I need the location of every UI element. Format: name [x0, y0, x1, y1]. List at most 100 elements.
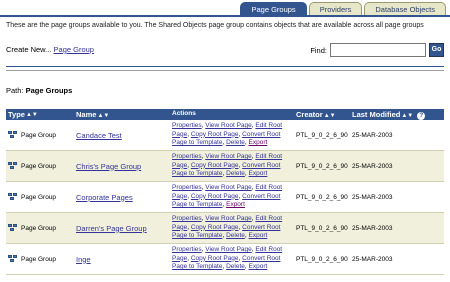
col-name[interactable]: Name▲▼ — [76, 110, 172, 119]
table-row: Page Group Chris's Page Group Properties… — [6, 151, 444, 182]
col-modified[interactable]: Last Modified▲▼? — [352, 110, 444, 120]
tab-database-objects[interactable]: Database Objects — [364, 2, 446, 15]
properties-link[interactable]: Properties — [172, 153, 202, 160]
actions-cell: Properties, View Root Page, Edit Root Pa… — [172, 246, 283, 271]
page-group-icon — [8, 223, 18, 233]
tab-providers[interactable]: Providers — [308, 2, 363, 15]
divider — [6, 66, 444, 67]
name-cell: Corporate Pages — [76, 193, 172, 202]
actions-cell: Properties, View Root Page, Edit Root Pa… — [172, 215, 283, 240]
path-label: Path: — [6, 86, 24, 95]
divider — [6, 70, 444, 71]
type-cell: Page Group — [6, 254, 76, 264]
col-name-label: Name — [76, 110, 97, 119]
table-body: Page Group Candace Test Properties, View… — [6, 120, 444, 275]
find-bar: Find: Go — [310, 43, 444, 57]
copy-root-page-link[interactable]: Copy Root Page — [191, 193, 239, 200]
delete-link[interactable]: Delete — [226, 170, 245, 177]
col-creator[interactable]: Creator▲▼ — [296, 110, 352, 119]
sort-arrows-icon[interactable]: ▲▼ — [324, 113, 336, 119]
sort-arrows-icon[interactable]: ▲▼ — [97, 113, 109, 119]
table-row: Page Group Inge Properties, View Root Pa… — [6, 244, 444, 275]
creator-cell: PTL_9_0_2_6_90 — [296, 162, 348, 170]
export-link[interactable]: Export — [249, 263, 268, 270]
actions-cell: Properties, View Root Page, Edit Root Pa… — [172, 122, 283, 147]
create-new-label: Create New... — [6, 45, 52, 54]
create-new: Create New... Page Group — [6, 45, 94, 54]
modified-cell: 25-MAR-2003 — [352, 131, 393, 139]
page-group-icon — [8, 130, 18, 140]
table-header: Type ▲▼ Name▲▼ Actions Creator▲▼ Last Mod… — [6, 109, 444, 120]
type-cell: Page Group — [6, 192, 76, 202]
copy-root-page-link[interactable]: Copy Root Page — [191, 131, 239, 138]
col-type-label: Type — [8, 110, 25, 119]
page-group-name-link[interactable]: Darren's Page Group — [76, 224, 147, 233]
view-root-page-link[interactable]: View Root Page — [205, 184, 252, 191]
tab-bar-divider — [0, 15, 450, 17]
export-link[interactable]: Export — [226, 201, 245, 208]
view-root-page-link[interactable]: View Root Page — [205, 215, 252, 222]
create-page-group-link[interactable]: Page Group — [54, 45, 94, 54]
view-root-page-link[interactable]: View Root Page — [205, 122, 252, 129]
page-groups-table: Type ▲▼ Name▲▼ Actions Creator▲▼ Last Mod… — [6, 109, 444, 275]
delete-link[interactable]: Delete — [226, 139, 245, 146]
type-cell: Page Group — [6, 161, 76, 171]
page-group-name-link[interactable]: Chris's Page Group — [76, 162, 141, 171]
find-label: Find: — [310, 45, 327, 55]
type-cell: Page Group — [6, 130, 76, 140]
sort-arrows-icon[interactable]: ▲▼ — [26, 112, 38, 118]
export-link[interactable]: Export — [249, 232, 268, 239]
name-cell: Candace Test — [76, 131, 172, 140]
col-actions: Actions — [172, 110, 296, 119]
name-cell: Inge — [76, 255, 172, 264]
copy-root-page-link[interactable]: Copy Root Page — [191, 224, 239, 231]
col-type[interactable]: Type ▲▼ — [6, 110, 76, 119]
page-group-name-link[interactable]: Corporate Pages — [76, 193, 133, 202]
table-row: Page Group Darren's Page Group Propertie… — [6, 213, 444, 244]
page-group-icon — [8, 254, 18, 264]
type-label: Page Group — [21, 193, 57, 201]
find-input[interactable] — [330, 43, 426, 57]
delete-link[interactable]: Delete — [226, 263, 245, 270]
view-root-page-link[interactable]: View Root Page — [205, 246, 252, 253]
page-group-name-link[interactable]: Candace Test — [76, 131, 122, 140]
type-label: Page Group — [21, 255, 57, 263]
view-root-page-link[interactable]: View Root Page — [205, 153, 252, 160]
properties-link[interactable]: Properties — [172, 246, 202, 253]
copy-root-page-link[interactable]: Copy Root Page — [191, 162, 239, 169]
delete-link[interactable]: Delete — [226, 232, 245, 239]
table-row: Page Group Candace Test Properties, View… — [6, 120, 444, 151]
page-group-icon — [8, 161, 18, 171]
export-link[interactable]: Export — [249, 139, 268, 146]
name-cell: Darren's Page Group — [76, 224, 172, 233]
actions-cell: Properties, View Root Page, Edit Root Pa… — [172, 184, 283, 209]
creator-cell: PTL_9_0_2_6_90 — [296, 131, 348, 139]
modified-cell: 25-MAR-2003 — [352, 193, 393, 201]
actions-cell: Properties, View Root Page, Edit Root Pa… — [172, 153, 283, 178]
creator-cell: PTL_9_0_2_6_90 — [296, 224, 348, 232]
col-modified-label: Last Modified — [352, 109, 401, 119]
copy-root-page-link[interactable]: Copy Root Page — [191, 255, 239, 262]
properties-link[interactable]: Properties — [172, 215, 202, 222]
table-row: Page Group Corporate Pages Properties, V… — [6, 182, 444, 213]
properties-link[interactable]: Properties — [172, 122, 202, 129]
name-cell: Chris's Page Group — [76, 162, 172, 171]
export-link[interactable]: Export — [249, 170, 268, 177]
type-label: Page Group — [21, 162, 57, 170]
page-group-name-link[interactable]: Inge — [76, 255, 91, 264]
properties-link[interactable]: Properties — [172, 184, 202, 191]
help-icon[interactable]: ? — [417, 111, 426, 120]
modified-cell: 25-MAR-2003 — [352, 255, 393, 263]
modified-cell: 25-MAR-2003 — [352, 224, 393, 232]
path-value: Page Groups — [25, 86, 73, 95]
go-button[interactable]: Go — [429, 43, 444, 57]
intro-text: These are the page groups available to y… — [6, 22, 424, 29]
type-cell: Page Group — [6, 223, 76, 233]
tab-bar: Page Groups Providers Database Objects — [238, 2, 446, 15]
sort-arrows-icon[interactable]: ▲▼ — [401, 113, 413, 119]
tab-page-groups[interactable]: Page Groups — [240, 2, 307, 15]
col-actions-label: Actions — [172, 110, 196, 118]
creator-cell: PTL_9_0_2_6_90 — [296, 255, 348, 263]
col-creator-label: Creator — [296, 110, 323, 119]
creator-cell: PTL_9_0_2_6_90 — [296, 193, 348, 201]
